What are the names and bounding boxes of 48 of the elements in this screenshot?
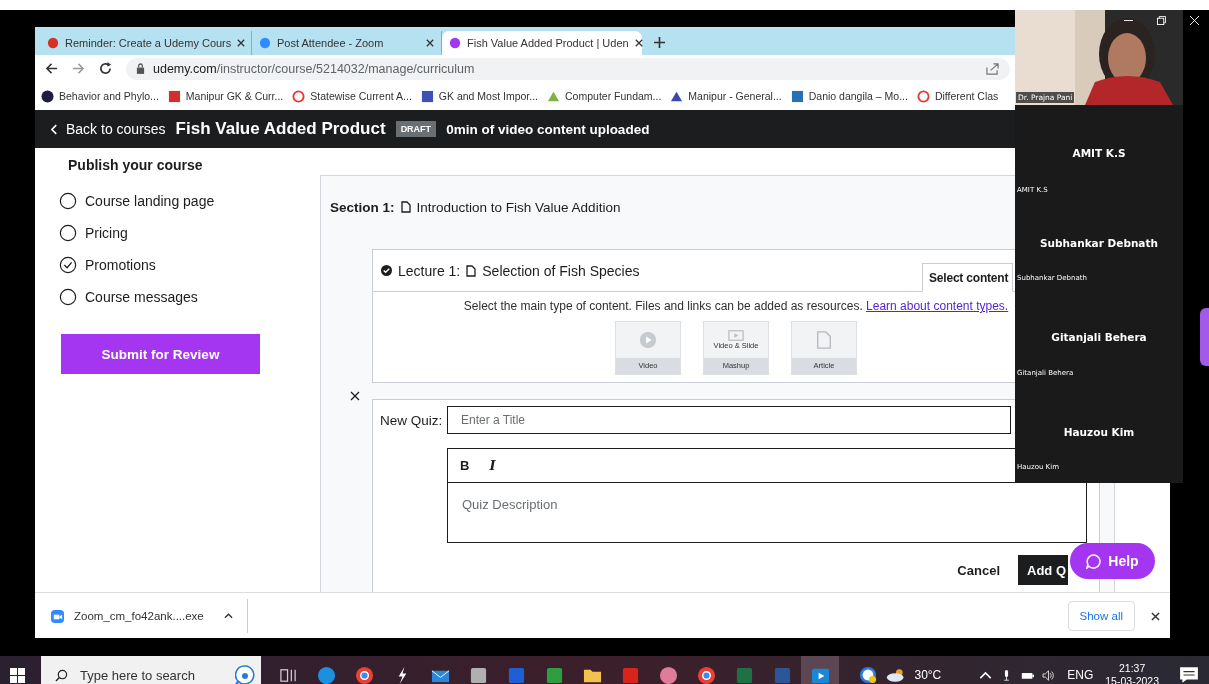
temperature[interactable]: 30°C	[914, 668, 942, 682]
sidebar-item[interactable]: Course messages	[85, 289, 198, 305]
sidebar-item[interactable]: Promotions	[85, 257, 156, 273]
participant-name: Gitanjali Behera	[1051, 331, 1147, 345]
sidebar-item[interactable]: Pricing	[85, 225, 128, 241]
bookmark[interactable]: Manipur GK & Curr...	[167, 89, 284, 103]
bookmark[interactable]: Danio dangila – Mo...	[790, 89, 908, 103]
sidebar-heading: Publish your course	[67, 157, 204, 173]
bookmark[interactable]: Computer Fundam...	[547, 89, 662, 103]
download-file[interactable]: Zoom_cm_fo42ank....exe	[74, 610, 204, 622]
cancel-button[interactable]: Cancel	[951, 561, 1006, 579]
section-title: Introduction to Fish Value Addition	[416, 199, 621, 215]
section-label: Section 1:	[330, 199, 395, 215]
bookmark[interactable]: GK and Most Impor...	[420, 89, 539, 103]
show-all-button[interactable]: Show all	[1067, 601, 1135, 631]
learn-link[interactable]: Learn about content types.	[866, 299, 1009, 313]
bookmark[interactable]: Behavior and Phylo...	[41, 89, 159, 103]
lecture-label: Lecture 1:	[398, 262, 461, 279]
sidebar-item[interactable]: Course landing page	[85, 193, 215, 209]
submit-button[interactable]: Submit for Review	[61, 334, 260, 374]
course-title: Fish Value Added Product	[175, 119, 386, 139]
add-quiz-button[interactable]: Add Q	[1018, 555, 1068, 585]
quiz-label: New Quiz:	[380, 412, 444, 428]
search-bar[interactable]: Type here to search	[41, 656, 261, 684]
tab-title: Reminder: Create a Udemy Cours	[65, 37, 232, 49]
address-field[interactable]: udemy.com/instructor/course/5214032/manage/curriculum	[126, 57, 1010, 80]
bookmark[interactable]: Different Clas	[916, 89, 999, 103]
status-badge: DRAFT	[395, 121, 437, 137]
bookmark[interactable]: Statewise Current A...	[292, 89, 412, 103]
tab-title: Post Attendee - Zoom	[277, 37, 385, 49]
bold-button[interactable]: B	[456, 458, 474, 473]
search-input[interactable]: Type here to search	[78, 666, 225, 684]
clock-time[interactable]: 21:37	[1119, 662, 1146, 675]
participant-name: Hauzou Kim	[1063, 425, 1135, 440]
upload-status: 0min of video content uploaded	[446, 121, 650, 137]
select-content-tab[interactable]: Select content	[922, 263, 1013, 292]
italic-button[interactable]: I	[485, 458, 500, 473]
browser-tab[interactable]: Reminder: Create a Udemy Cours	[40, 31, 252, 55]
participant-name: AMIT K.S	[1072, 147, 1126, 161]
participant-name: Subhankar Debnath	[1040, 236, 1158, 251]
back-link[interactable]: Back to courses	[51, 121, 166, 137]
title-field[interactable]: Enter a Title	[447, 406, 1011, 434]
bookmark[interactable]: Manipur - General...	[670, 89, 782, 103]
language-indicator[interactable]: ENG	[1067, 668, 1094, 682]
tab-title: Fish Value Added Product | Uden	[467, 37, 629, 49]
browser-tab[interactable]: Fish Value Added Product | Uden	[442, 31, 642, 55]
lecture-title: Selection of Fish Species	[482, 262, 640, 279]
help-button[interactable]: Help	[1070, 543, 1155, 579]
